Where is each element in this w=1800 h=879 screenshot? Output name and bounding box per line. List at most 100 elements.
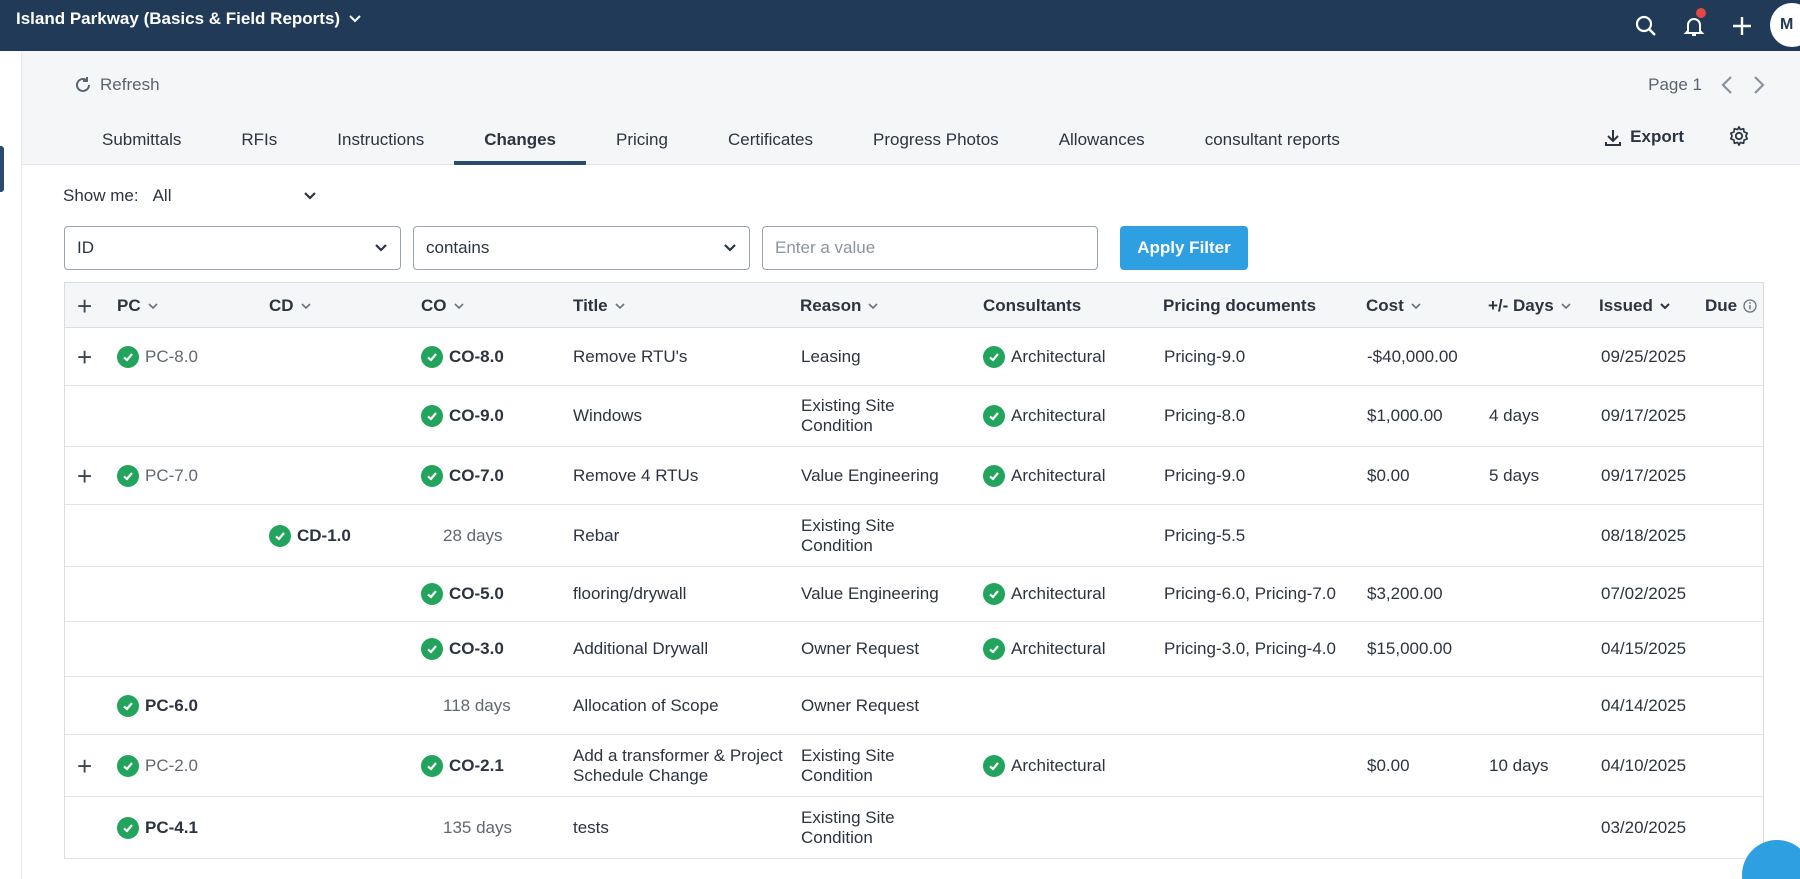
tab-progress-photos[interactable]: Progress Photos <box>843 123 1029 165</box>
column-reason[interactable]: Reason <box>800 283 879 328</box>
apply-filter-button[interactable]: Apply Filter <box>1120 226 1248 270</box>
pc-link[interactable]: PC-4.1 <box>145 818 198 838</box>
co-link[interactable]: CO-5.0 <box>449 584 504 604</box>
co-link[interactable]: CO-8.0 <box>449 347 504 367</box>
co-link[interactable]: CO-7.0 <box>449 466 504 486</box>
row-reason: Value Engineering <box>801 584 939 603</box>
row-reason: Existing Site Condition <box>801 396 895 435</box>
tab-pricing[interactable]: Pricing <box>586 123 698 165</box>
pc-link[interactable]: PC-2.0 <box>145 756 198 776</box>
row-issued-date: 09/17/2025 <box>1601 465 1687 485</box>
chevron-down-icon <box>349 15 361 23</box>
check-circle-icon <box>421 754 443 777</box>
column-cd[interactable]: CD <box>269 283 312 328</box>
pc-link[interactable]: PC-7.0 <box>145 466 198 486</box>
days-elapsed: 118 days <box>443 695 511 715</box>
settings-button[interactable] <box>1728 125 1750 152</box>
table-body: + PC-8.0 CO-8.0 Remove RTU's Leasing Architec… <box>65 328 1763 859</box>
co-link[interactable]: CO-9.0 <box>449 406 504 426</box>
row-consultant: Architectural <box>1011 406 1106 425</box>
tab-rfis[interactable]: RFIs <box>211 123 307 165</box>
column-days[interactable]: +/- Days <box>1488 283 1572 328</box>
row-pricing-documents[interactable]: Pricing-8.0 <box>1164 406 1245 426</box>
add-button[interactable] <box>1718 0 1766 51</box>
chevron-down-icon <box>615 302 625 309</box>
show-me-filter[interactable]: Show me: All <box>63 186 317 206</box>
expand-row-icon[interactable]: + <box>77 344 92 370</box>
chevron-down-icon <box>868 302 878 309</box>
column-due[interactable]: Due <box>1705 283 1757 328</box>
co-link[interactable]: CO-3.0 <box>449 639 504 659</box>
filter-field-select[interactable]: ID <box>64 226 401 270</box>
check-circle-icon <box>983 464 1005 487</box>
check-circle-icon <box>421 405 443 427</box>
expand-row-icon[interactable]: + <box>77 753 92 779</box>
table-row[interactable]: + PC-8.0 CO-8.0 Remove RTU's Leasing Architec… <box>65 328 1763 386</box>
row-days: 5 days <box>1489 465 1540 485</box>
notifications-button[interactable] <box>1670 0 1718 51</box>
cd-link[interactable]: CD-1.0 <box>297 526 351 546</box>
prev-page-icon[interactable] <box>1720 75 1734 95</box>
table-row[interactable]: PC-4.1 135 days tests Existing Site Conditi… <box>65 797 1763 859</box>
row-title: Additional Drywall <box>573 639 709 658</box>
column-consultants[interactable]: Consultants <box>983 283 1081 328</box>
show-me-label: Show me: <box>63 186 139 205</box>
row-cost: $3,200.00 <box>1367 584 1443 603</box>
row-cost: $15,000.00 <box>1367 639 1453 658</box>
row-title: Remove RTU's <box>573 346 688 366</box>
plus-icon <box>1733 16 1751 35</box>
check-circle-icon <box>983 583 1005 605</box>
search-button[interactable] <box>1622 0 1670 51</box>
column-issued[interactable]: Issued <box>1599 283 1671 328</box>
check-circle-icon <box>117 464 139 487</box>
search-icon <box>1635 15 1656 36</box>
column-title[interactable]: Title <box>573 283 626 328</box>
row-pricing-documents[interactable]: Pricing-3.0, Pricing-4.0 <box>1164 639 1336 659</box>
table-row[interactable]: CO-3.0 Additional Drywall Owner Request Arc… <box>65 622 1763 677</box>
tab-consultant-reports[interactable]: consultant reports <box>1175 123 1370 165</box>
sort-desc-icon <box>1660 302 1670 309</box>
column-pricing-documents[interactable]: Pricing documents <box>1163 283 1316 328</box>
table-row[interactable]: + PC-7.0 CO-7.0 Remove 4 RTUs Value Engineer… <box>65 447 1763 505</box>
co-link[interactable]: CO-2.1 <box>449 756 504 776</box>
project-title: Island Parkway (Basics & Field Reports) <box>16 9 341 28</box>
check-circle-icon <box>269 524 291 547</box>
table-row[interactable]: + PC-2.0 CO-2.1 Add a transformer & Project… <box>65 735 1763 797</box>
column-co[interactable]: CO <box>421 283 465 328</box>
row-pricing-documents[interactable]: Pricing-5.5 <box>1164 526 1245 546</box>
tab-submittals[interactable]: Submittals <box>72 123 211 165</box>
add-row-button[interactable]: + <box>77 283 92 328</box>
row-days: 4 days <box>1489 406 1540 425</box>
filter-operator-select[interactable]: contains <box>413 226 750 270</box>
row-pricing-documents[interactable]: Pricing-9.0 <box>1164 347 1245 367</box>
export-button[interactable]: Export <box>1604 127 1684 147</box>
check-circle-icon <box>983 754 1005 777</box>
column-pc[interactable]: PC <box>117 283 159 328</box>
row-issued-date: 08/18/2025 <box>1601 525 1687 545</box>
row-consultant: Architectural <box>1011 346 1106 366</box>
chevron-down-icon <box>375 244 387 252</box>
expand-row-icon[interactable]: + <box>77 463 92 489</box>
tab-instructions[interactable]: Instructions <box>307 123 454 165</box>
pc-link[interactable]: PC-6.0 <box>145 696 198 716</box>
next-page-icon[interactable] <box>1752 75 1766 95</box>
tab-certificates[interactable]: Certificates <box>698 123 843 165</box>
tab-allowances[interactable]: Allowances <box>1029 123 1175 165</box>
pc-link[interactable]: PC-8.0 <box>145 347 198 367</box>
filter-value-input[interactable] <box>762 226 1098 270</box>
chevron-down-icon <box>300 302 311 309</box>
table-row[interactable]: CO-5.0 flooring/drywall Value Engineering A… <box>65 567 1763 622</box>
row-issued-date: 04/15/2025 <box>1601 639 1687 658</box>
project-selector[interactable]: Island Parkway (Basics & Field Reports) <box>16 9 362 29</box>
chevron-down-icon <box>453 302 464 309</box>
table-row[interactable]: CD-1.0 28 days Rebar Existing Site Conditio… <box>65 505 1763 567</box>
row-pricing-documents[interactable]: Pricing-9.0 <box>1164 466 1245 486</box>
column-cost[interactable]: Cost <box>1366 283 1422 328</box>
avatar[interactable]: M <box>1770 3 1800 47</box>
row-title: Windows <box>573 406 642 425</box>
table-row[interactable]: PC-6.0 118 days Allocation of Scope Owner R… <box>65 677 1763 735</box>
refresh-button[interactable]: Refresh <box>74 75 160 95</box>
tab-changes[interactable]: Changes <box>454 123 586 165</box>
table-row[interactable]: CO-9.0 Windows Existing Site Condition Arch… <box>65 386 1763 447</box>
row-pricing-documents[interactable]: Pricing-6.0, Pricing-7.0 <box>1164 584 1336 604</box>
